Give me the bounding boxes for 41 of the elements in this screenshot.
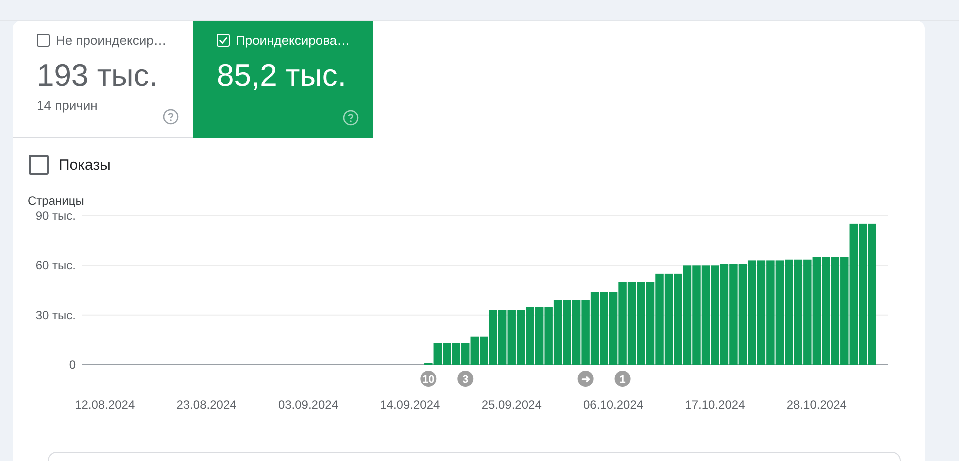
annotation-marker[interactable]: 10 (420, 371, 437, 387)
checkbox[interactable] (37, 34, 50, 47)
x-tick-label: 12.08.2024 (75, 398, 136, 412)
metric-value: 193 тыс. (37, 58, 159, 94)
x-tick-label: 25.09.2024 (482, 398, 542, 412)
bar (526, 307, 534, 365)
annotation-marker[interactable]: 1 (614, 371, 631, 387)
bar (508, 310, 516, 365)
axis-title: Страницы (28, 194, 84, 208)
x-tick-label: 14.09.2024 (380, 398, 440, 412)
x-tick-label: 06.10.2024 (584, 398, 644, 412)
bar (470, 336, 479, 365)
bar (582, 300, 590, 365)
bar (443, 343, 452, 365)
y-tick-label: 0 (69, 358, 76, 372)
bar (462, 343, 470, 365)
bar (554, 300, 562, 365)
x-tick-label: 17.10.2024 (685, 398, 746, 412)
annotation-marker[interactable]: ➜ (578, 371, 594, 387)
bar (572, 300, 581, 365)
bar (535, 307, 544, 365)
y-tick-label: 60 тыс. (36, 258, 76, 273)
y-tick-label: 90 тыс. (36, 209, 76, 223)
bar (452, 343, 460, 365)
x-tick-label: 28.10.2024 (786, 398, 847, 412)
bar (563, 300, 572, 365)
metric-label: Не проиндексир… (56, 33, 167, 48)
annotation-marker[interactable]: 3 (458, 371, 474, 387)
help-icon[interactable] (163, 109, 179, 125)
y-tick-label: 30 тыс. (36, 308, 76, 322)
x-tick-label: 23.08.2024 (176, 398, 237, 412)
metric-label: Проиндексирова… (236, 33, 350, 48)
metric-value: 85,2 тыс. (217, 58, 348, 94)
checkbox[interactable] (29, 155, 49, 175)
x-tick-label: 03.09.2024 (278, 398, 339, 412)
metric-tab[interactable]: Не проиндексир… 193 тыс. 14 причин (13, 21, 193, 138)
bar (498, 310, 507, 365)
bar (544, 307, 553, 365)
bar (516, 310, 526, 365)
checkbox-label: Показы (59, 156, 111, 174)
metric-caption: 14 причин (37, 98, 99, 113)
